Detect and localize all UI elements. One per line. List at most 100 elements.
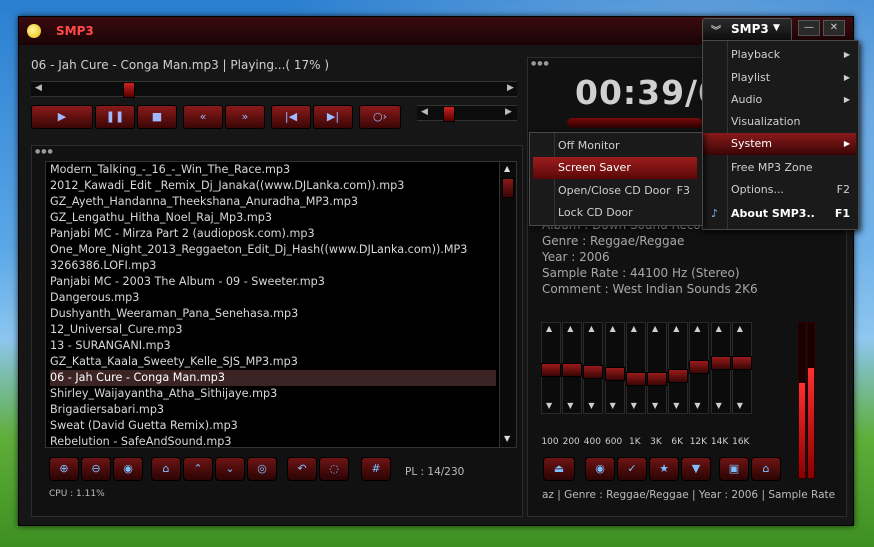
seek-right-icon[interactable]: ▶ xyxy=(507,83,514,93)
menu-item-options[interactable]: Options... F2 xyxy=(703,179,856,201)
eq-knob[interactable] xyxy=(689,360,710,374)
playlist-item[interactable]: GZ_Lengathu_Hitha_Noel_Raj_Mp3.mp3 xyxy=(50,210,496,226)
eq-save-button[interactable]: ▣ xyxy=(719,457,749,481)
menu-item-open-close-cd-door[interactable]: Open/Close CD Door F3 xyxy=(530,180,700,202)
volume-thumb[interactable] xyxy=(443,106,455,122)
next-track-button[interactable]: ▶| xyxy=(313,105,353,129)
move-down-button[interactable]: ⌄ xyxy=(215,457,245,481)
eq-slider-200[interactable]: ▲ ▼ xyxy=(562,322,583,414)
move-up-button[interactable]: ⌃ xyxy=(183,457,213,481)
eq-slider-12k[interactable]: ▲ ▼ xyxy=(689,322,710,414)
seek-left-icon[interactable]: ◀ xyxy=(35,83,42,93)
seek-bar[interactable]: ◀ ▶ xyxy=(31,81,517,98)
playlist-item[interactable]: 3266386.LOFI.mp3 xyxy=(50,258,496,274)
eq-down-button[interactable]: ▼ xyxy=(681,457,711,481)
previous-track-button[interactable]: |◀ xyxy=(271,105,311,129)
eq-up-icon[interactable]: ▲ xyxy=(652,324,658,333)
select-button[interactable]: ◉ xyxy=(113,457,143,481)
playlist[interactable]: Modern_Talking_-_16_-_Win_The_Race.mp3 20… xyxy=(45,161,501,448)
rewind-button[interactable]: « xyxy=(183,105,223,129)
eq-slider-3k[interactable]: ▲ ▼ xyxy=(647,322,667,414)
eject-button[interactable]: ⏏ xyxy=(543,457,575,481)
eq-down-icon[interactable]: ▼ xyxy=(673,401,679,410)
volume-slider[interactable]: ◀ ▶ xyxy=(417,105,517,122)
smp3-menu-button[interactable]: ︾ SMP3 ▼ xyxy=(702,18,792,42)
playlist-item[interactable]: Panjabi MC - 2003 The Album - 09 - Sweet… xyxy=(50,274,496,290)
eq-up-icon[interactable]: ▲ xyxy=(737,324,743,333)
playlist-item[interactable]: Sweat (David Guetta Remix).mp3 xyxy=(50,418,496,434)
eq-down-icon[interactable]: ▼ xyxy=(567,401,573,410)
eq-knob[interactable] xyxy=(562,363,583,377)
playlist-item[interactable]: GZ_Katta_Kaala_Sweety_Kelle_SJS_MP3.mp3 xyxy=(50,354,496,370)
undo-button[interactable]: ↶ xyxy=(287,457,317,481)
minimize-button[interactable]: — xyxy=(798,20,820,36)
eq-up-icon[interactable]: ▲ xyxy=(610,324,616,333)
eq-slider-600[interactable]: ▲ ▼ xyxy=(604,322,625,414)
menu-item-off-monitor[interactable]: Off Monitor xyxy=(530,135,700,157)
eq-knob[interactable] xyxy=(604,367,625,381)
menu-item-lock-cd-door[interactable]: Lock CD Door xyxy=(530,202,700,224)
eq-up-icon[interactable]: ▲ xyxy=(567,324,573,333)
playlist-item[interactable]: Panjabi MC - Mirza Part 2 (audioposk.com… xyxy=(50,226,496,242)
menu-item-free-mp3-zone[interactable]: Free MP3 Zone xyxy=(703,157,856,179)
eq-knob[interactable] xyxy=(731,356,752,370)
eq-slider-400[interactable]: ▲ ▼ xyxy=(583,322,604,414)
playlist-item[interactable]: Modern_Talking_-_16_-_Win_The_Race.mp3 xyxy=(50,162,496,178)
pause-button[interactable]: ❚❚ xyxy=(95,105,135,129)
eq-down-icon[interactable]: ▼ xyxy=(631,401,637,410)
eq-down-icon[interactable]: ▼ xyxy=(694,401,700,410)
eq-check-button[interactable]: ✓ xyxy=(617,457,647,481)
misc-button[interactable]: ◎ xyxy=(247,457,277,481)
playlist-item[interactable]: Dangerous.mp3 xyxy=(50,290,496,306)
eq-up-icon[interactable]: ▲ xyxy=(694,324,700,333)
eq-slider-16k[interactable]: ▲ ▼ xyxy=(731,322,752,414)
playlist-item[interactable]: GZ_Ayeth_Handanna_Theekshana_Anuradha_MP… xyxy=(50,194,496,210)
eq-down-icon[interactable]: ▼ xyxy=(737,401,743,410)
playlist-item[interactable]: Brigadiersabari.mp3 xyxy=(50,402,496,418)
playlist-item[interactable]: Rebelution - SafeAndSound.mp3 xyxy=(50,434,496,447)
fast-forward-button[interactable]: » xyxy=(225,105,265,129)
eq-up-icon[interactable]: ▲ xyxy=(673,324,679,333)
scroll-thumb[interactable] xyxy=(502,178,514,198)
eq-down-icon[interactable]: ▼ xyxy=(546,401,552,410)
menu-item-about-smp3[interactable]: About SMP3.. F1 ♪ xyxy=(703,203,856,225)
playlist-item[interactable]: 12_Universal_Cure.mp3 xyxy=(50,322,496,338)
grid-button[interactable]: # xyxy=(361,457,391,481)
playlist-item[interactable]: 13 - SURANGANI.mp3 xyxy=(50,338,496,354)
volume-left-icon[interactable]: ◀ xyxy=(421,107,428,117)
menu-item-playback[interactable]: Playback ▶ xyxy=(703,44,856,66)
menu-item-audio[interactable]: Audio ▶ xyxy=(703,89,856,111)
eq-down-icon[interactable]: ▼ xyxy=(588,401,594,410)
repeat-button[interactable]: ○› xyxy=(359,105,401,129)
eq-up-icon[interactable]: ▲ xyxy=(631,324,637,333)
eq-preset-button[interactable]: ◉ xyxy=(585,457,615,481)
playlist-item[interactable]: Dushyanth_Weeraman_Pana_Senehasa.mp3 xyxy=(50,306,496,322)
playlist-item[interactable]: Shirley_Waijayantha_Atha_Sithijaye.mp3 xyxy=(50,386,496,402)
menu-item-visualization[interactable]: Visualization xyxy=(703,111,856,133)
scroll-up-icon[interactable]: ▲ xyxy=(504,164,510,173)
eq-slider-14k[interactable]: ▲ ▼ xyxy=(710,322,731,414)
eq-knob[interactable] xyxy=(583,365,604,379)
stop-button[interactable]: ■ xyxy=(137,105,177,129)
eq-slider-1k[interactable]: ▲ ▼ xyxy=(625,322,646,414)
menu-item-playlist[interactable]: Playlist ▶ xyxy=(703,67,856,89)
playlist-item[interactable]: One_More_Night_2013_Reggaeton_Edit_Dj_Ha… xyxy=(50,242,496,258)
eq-knob[interactable] xyxy=(668,369,689,383)
eq-down-icon[interactable]: ▼ xyxy=(716,401,722,410)
eq-down-icon[interactable]: ▼ xyxy=(652,401,658,410)
scroll-down-icon[interactable]: ▼ xyxy=(504,434,510,443)
add-files-button[interactable]: ⊕ xyxy=(49,457,79,481)
remove-button[interactable]: ⊖ xyxy=(81,457,111,481)
eq-down-icon[interactable]: ▼ xyxy=(610,401,616,410)
eq-knob[interactable] xyxy=(647,372,667,386)
seek-thumb[interactable] xyxy=(123,82,135,98)
playlist-item[interactable]: 06 - Jah Cure - Conga Man.mp3 xyxy=(50,370,496,386)
eq-knob[interactable] xyxy=(625,372,646,386)
volume-right-icon[interactable]: ▶ xyxy=(505,107,512,117)
eq-up-icon[interactable]: ▲ xyxy=(716,324,722,333)
eq-knob[interactable] xyxy=(541,363,561,377)
eq-star-button[interactable]: ★ xyxy=(649,457,679,481)
close-button[interactable]: ✕ xyxy=(823,20,845,36)
playlist-scrollbar[interactable]: ▲ ▼ xyxy=(499,161,517,448)
eq-slider-100[interactable]: ▲ ▼ xyxy=(541,322,561,414)
